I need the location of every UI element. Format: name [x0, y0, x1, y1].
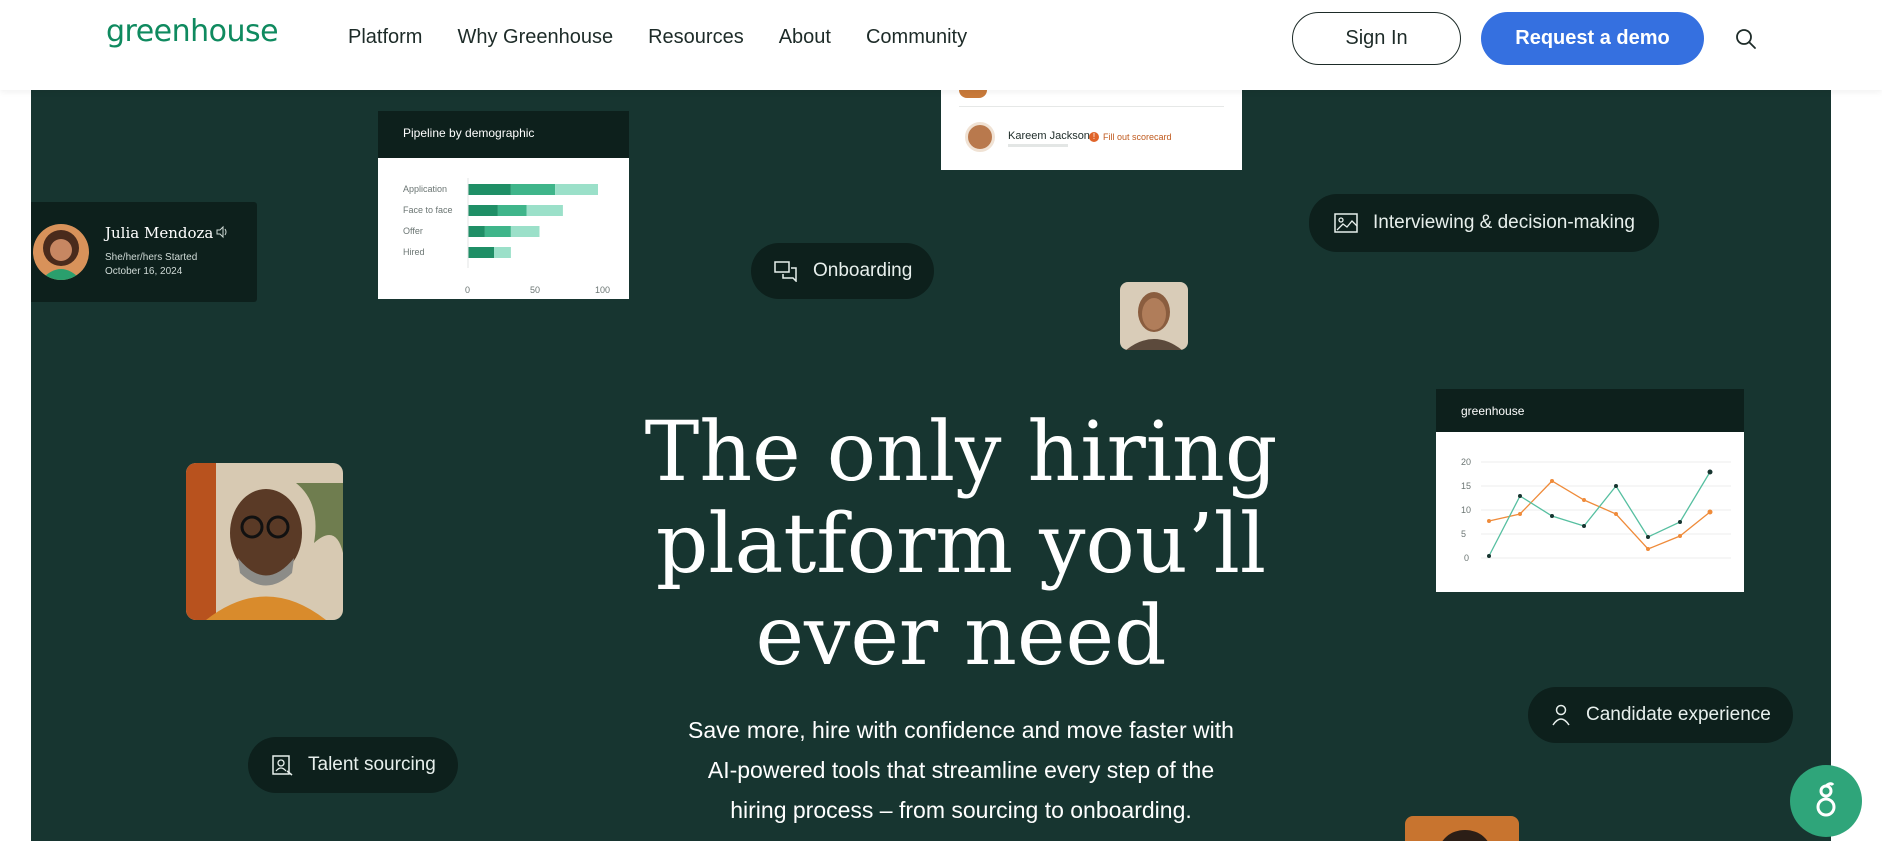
talent-sourcing-pill[interactable]: Talent sourcing — [248, 737, 458, 793]
pipeline-bar-segment — [497, 205, 527, 216]
nav-why-greenhouse[interactable]: Why Greenhouse — [457, 26, 613, 49]
nav-about[interactable]: About — [779, 26, 831, 49]
interviewing-pill[interactable]: Interviewing & decision-making — [1309, 194, 1659, 252]
subcopy-line-1: Save more, hire with confidence and move… — [688, 717, 1234, 743]
y-tick-0: 0 — [1464, 553, 1469, 563]
pipeline-bar-segment — [494, 247, 511, 258]
onboarding-label: Onboarding — [813, 260, 913, 281]
kareem-avatar — [965, 122, 995, 152]
line-graph: 20 15 10 5 0 — [1461, 457, 1731, 563]
chat-bubbles-icon — [774, 261, 797, 282]
nav-platform[interactable]: Platform — [348, 26, 422, 49]
alert-icon: ! — [1089, 132, 1099, 142]
pipeline-bar-segment — [468, 205, 498, 216]
person-search-icon — [272, 755, 293, 776]
julia-avatar — [33, 224, 89, 280]
search-icon[interactable] — [1734, 27, 1758, 51]
subcopy-line-3: hiring process – from sourcing to onboar… — [730, 797, 1192, 823]
headline-line-2: platform you’ll — [655, 497, 1267, 592]
headline-line-1: The only hiring — [644, 405, 1278, 500]
graph-card-brand: greenhouse — [1436, 389, 1744, 432]
chat-launcher-button[interactable] — [1790, 765, 1862, 837]
julia-start-date: October 16, 2024 — [105, 266, 183, 277]
pipeline-bar-segment — [510, 226, 540, 237]
nav-resources[interactable]: Resources — [648, 26, 744, 49]
onboarding-pill[interactable]: Onboarding — [751, 243, 935, 299]
woman-portrait-photo — [1120, 282, 1188, 350]
greenhouse-logo[interactable]: greenhouse — [106, 14, 279, 49]
headline-line-3: ever need — [755, 589, 1167, 684]
hero-subcopy: Save more, hire with confidence and move… — [611, 710, 1311, 830]
pipeline-bar-segment — [468, 247, 494, 258]
pipeline-x-tick: 0 — [465, 285, 470, 295]
pipeline-bar-segment — [468, 226, 485, 237]
request-demo-button[interactable]: Request a demo — [1481, 12, 1704, 65]
candidate-experience-label: Candidate experience — [1586, 704, 1771, 725]
sign-in-button[interactable]: Sign In — [1292, 12, 1461, 65]
image-frame-icon — [1334, 213, 1358, 233]
site-header: greenhouse Platform Why Greenhouse Resou… — [0, 0, 1882, 90]
candidate-experience-pill[interactable]: Candidate experience — [1528, 687, 1793, 743]
y-tick-10: 10 — [1461, 505, 1471, 515]
main-nav: Platform Why Greenhouse Resources About … — [348, 26, 967, 49]
julia-name: Julia Mendoza — [105, 224, 214, 242]
pipeline-chart: Application Face to face Offer Hired 0 50 100 — [403, 178, 610, 295]
man-with-glasses-photo — [186, 463, 343, 620]
pipeline-row-label: Hired — [403, 247, 425, 257]
speaker-icon — [216, 225, 227, 239]
pipeline-bar-segment — [555, 184, 598, 195]
person-icon — [1552, 704, 1570, 726]
pipeline-bar-segment — [510, 184, 556, 195]
pipeline-row-label: Application — [403, 184, 447, 194]
interviewing-label: Interviewing & decision-making — [1373, 212, 1635, 233]
scorecard-status: ! Fill out scorecard — [1089, 132, 1172, 142]
pipeline-title: Pipeline by demographic — [378, 111, 629, 158]
bottom-person-photo — [1405, 816, 1519, 841]
greenhouse-g-icon — [1816, 782, 1836, 817]
kareem-name: Kareem Jackson — [1008, 130, 1090, 142]
nav-community[interactable]: Community — [866, 26, 967, 49]
pipeline-bar-segment — [468, 184, 511, 195]
talent-sourcing-label: Talent sourcing — [308, 754, 436, 775]
pipeline-bar-segment — [526, 205, 563, 216]
kareem-jackson-card: Kareem Jackson ! Fill out scorecard — [941, 90, 1242, 170]
y-tick-5: 5 — [1461, 529, 1466, 539]
y-tick-20: 20 — [1461, 457, 1471, 467]
subcopy-line-2: AI-powered tools that streamline every s… — [707, 757, 1215, 783]
pipeline-row-label: Offer — [403, 226, 423, 236]
hero-section: Julia Mendoza She/her/hers Started Octob… — [31, 90, 1831, 841]
line-graph-card: greenhouse 20 15 10 5 0 — [1436, 389, 1744, 592]
pipeline-x-tick: 100 — [595, 285, 610, 295]
hero-headline: The only hiring platform you’ll ever nee… — [461, 407, 1461, 683]
y-tick-15: 15 — [1461, 481, 1471, 491]
pipeline-chart-card: Pipeline by demographic Application Face … — [378, 111, 629, 299]
pipeline-x-tick: 50 — [530, 285, 540, 295]
pipeline-row-label: Face to face — [403, 205, 453, 215]
julia-pronouns-status: She/her/hers Started — [105, 252, 198, 263]
julia-mendoza-card: Julia Mendoza She/her/hers Started Octob… — [31, 202, 257, 302]
scorecard-status-label: Fill out scorecard — [1103, 132, 1172, 142]
pipeline-bar-segment — [484, 226, 511, 237]
